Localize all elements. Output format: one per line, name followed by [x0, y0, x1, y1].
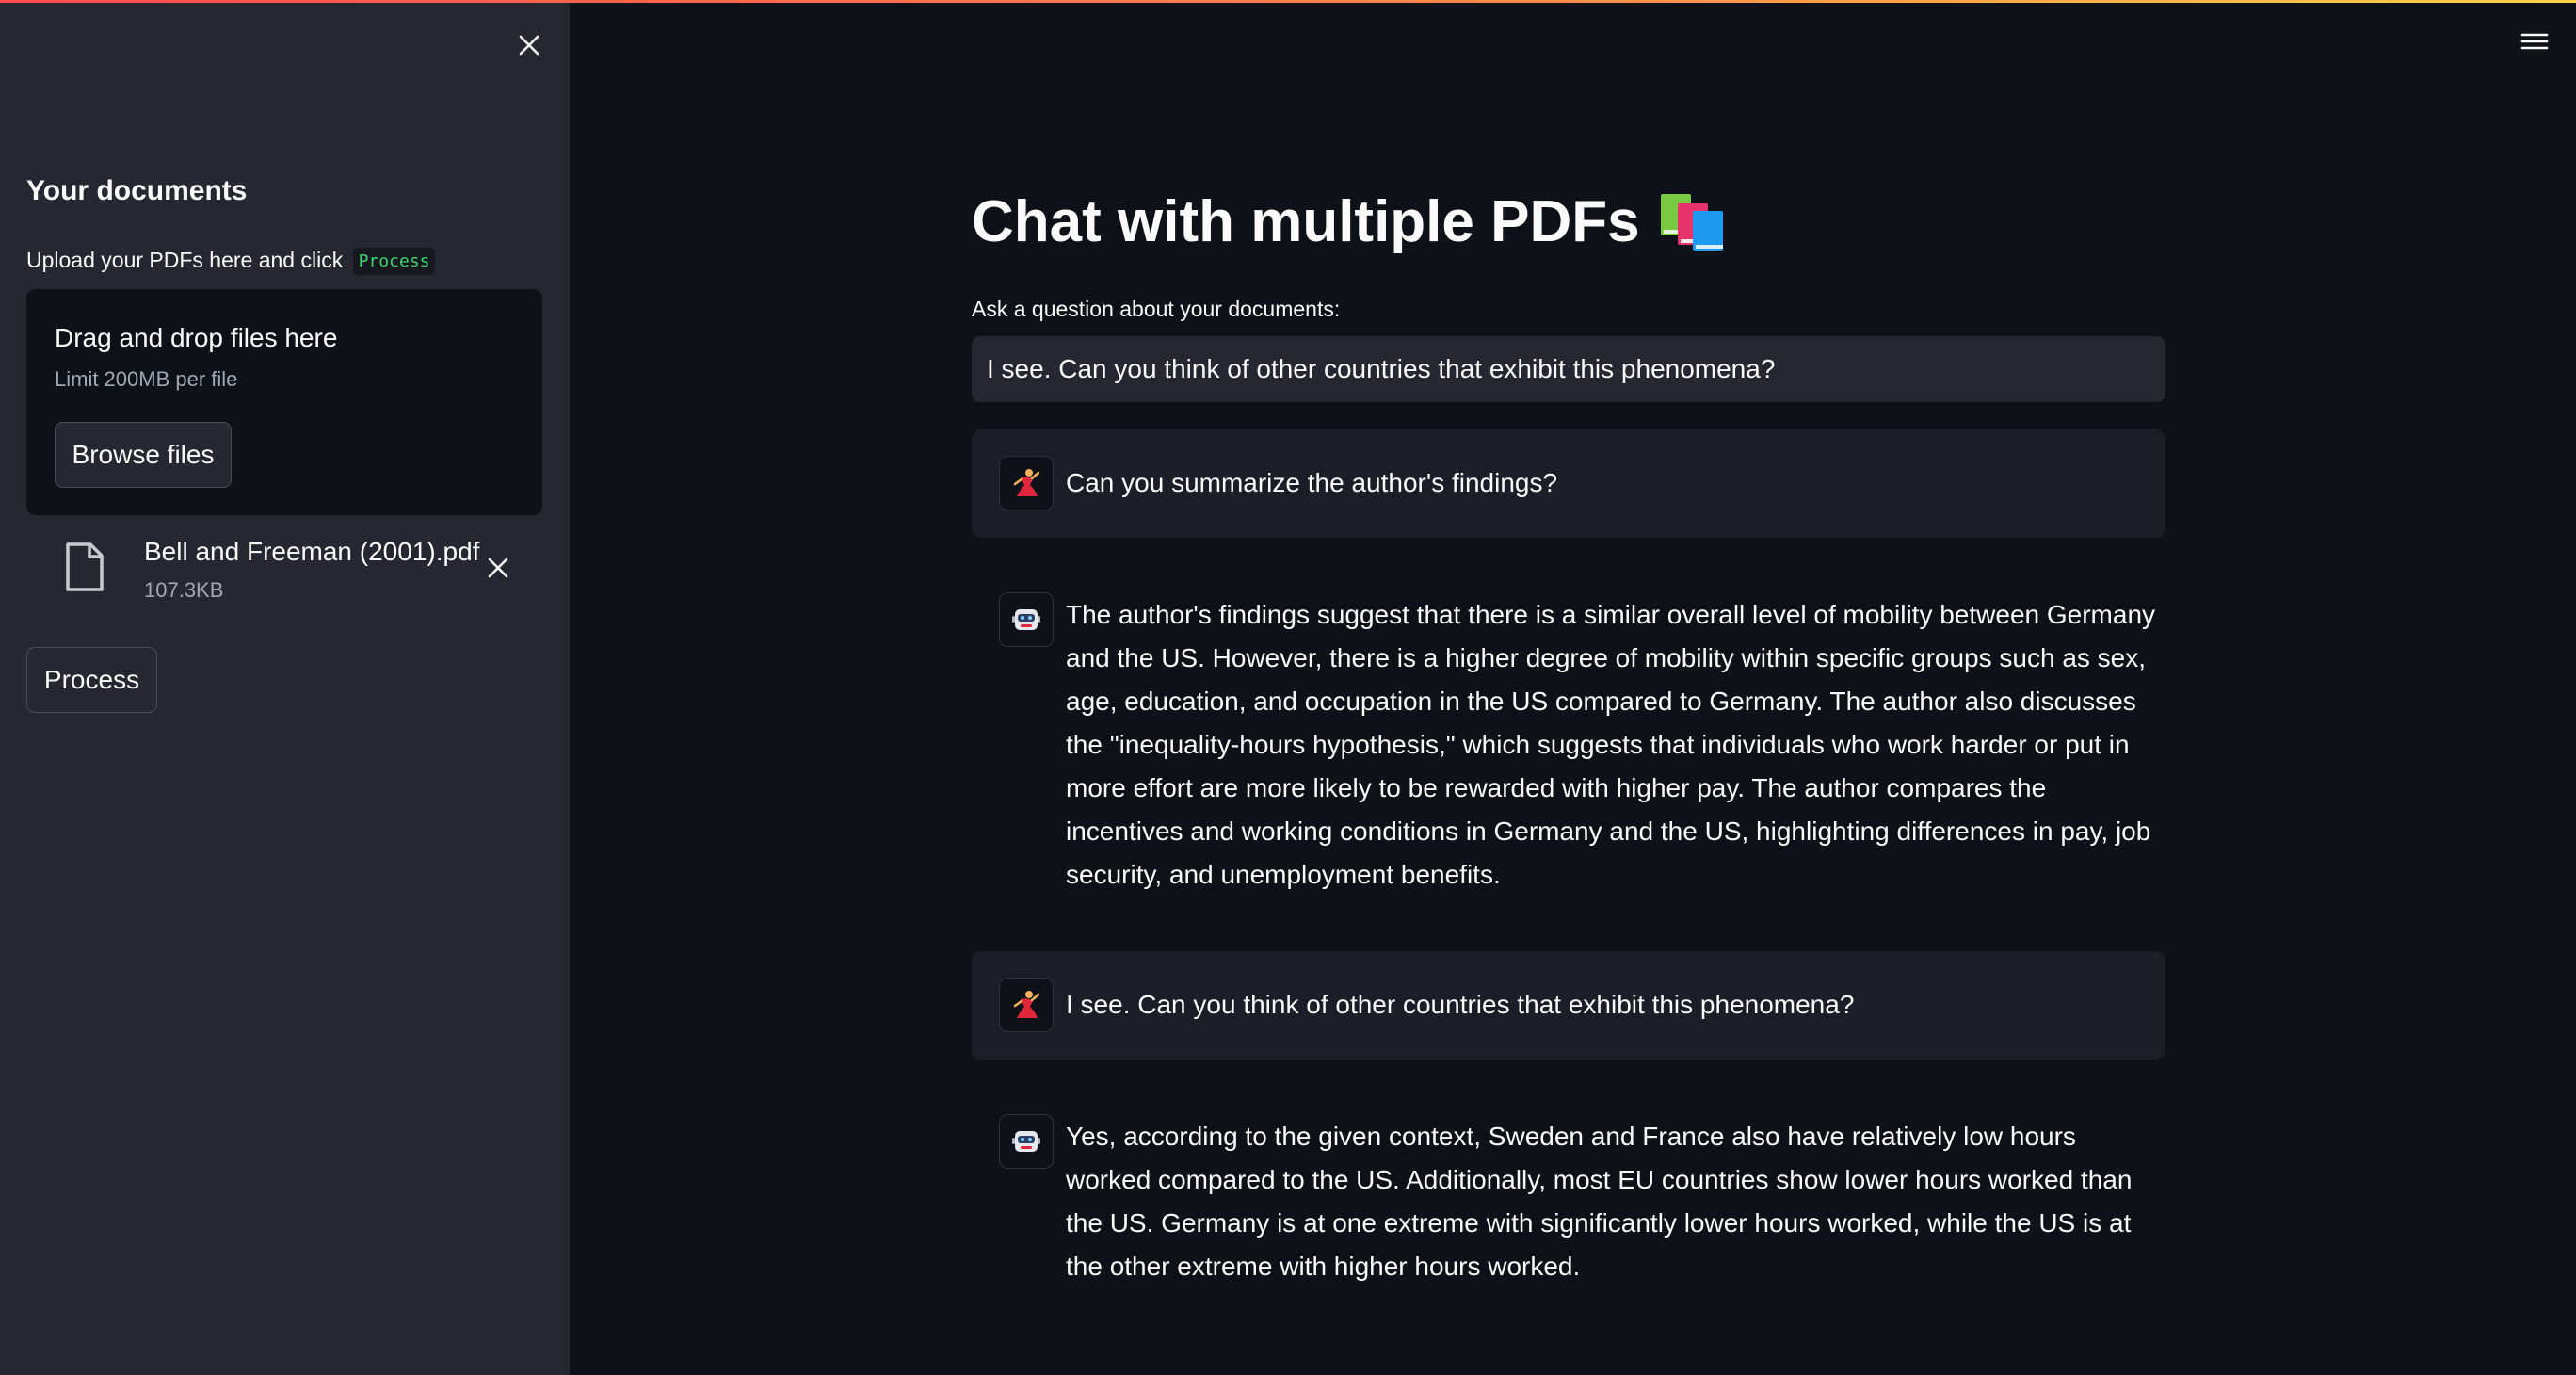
robot-icon: [1012, 1131, 1040, 1152]
books-icon: [1660, 193, 1723, 251]
question-label: Ask a question about your documents:: [972, 297, 1341, 321]
file-size: 107.3KB: [144, 578, 224, 602]
bot-avatar: [999, 592, 1054, 647]
browse-files-button[interactable]: Browse files: [55, 422, 232, 488]
main-content: Chat with multiple PDFs Ask a question a…: [972, 0, 2165, 1375]
file-icon: [66, 542, 104, 591]
sidebar-title: Your documents: [26, 175, 248, 206]
message-text: Can you summarize the author's findings?: [1066, 468, 1558, 497]
remove-file-icon[interactable]: [482, 552, 514, 584]
chat-message-bot: The author's findings suggest that there…: [972, 559, 2165, 917]
bot-avatar: [999, 1114, 1054, 1169]
dropzone-limit: Limit 200MB per file: [55, 367, 238, 391]
message-text: The author's findings suggest that there…: [1066, 600, 2156, 889]
process-code-label: Process: [352, 248, 436, 275]
chat-message-user: I see. Can you think of other countries …: [972, 951, 2165, 1060]
dancer-icon: [1013, 991, 1040, 1018]
page-title-text: Chat with multiple PDFs: [972, 189, 1640, 254]
dropzone-title: Drag and drop files here: [55, 323, 338, 352]
dancer-icon: [1013, 469, 1040, 496]
page-title: Chat with multiple PDFs: [972, 188, 1729, 255]
file-dropzone[interactable]: Drag and drop files here Limit 200MB per…: [26, 289, 542, 515]
chat-message-user: Can you summarize the author's findings?: [972, 429, 2165, 538]
upload-instruction-text: Upload your PDFs here and click: [26, 248, 344, 272]
robot-icon: [1012, 609, 1040, 630]
close-sidebar-icon[interactable]: [512, 28, 546, 62]
main-menu-icon[interactable]: [2518, 26, 2552, 57]
user-avatar: [999, 456, 1054, 510]
message-text: Yes, according to the given context, Swe…: [1066, 1122, 2133, 1281]
message-text: I see. Can you think of other countries …: [1066, 990, 1855, 1019]
chat-message-bot: Yes, according to the given context, Swe…: [972, 1081, 2165, 1307]
sidebar: Your documents Upload your PDFs here and…: [0, 0, 570, 1375]
top-decoration-bar: [0, 0, 2576, 3]
user-avatar: [999, 978, 1054, 1032]
file-name: Bell and Freeman (2001).pdf: [144, 537, 480, 566]
upload-instruction: Upload your PDFs here and click Process: [26, 248, 436, 275]
uploaded-file-item: Bell and Freeman (2001).pdf 107.3KB: [26, 527, 542, 612]
process-button[interactable]: Process: [26, 647, 157, 713]
question-input[interactable]: [972, 336, 2165, 402]
